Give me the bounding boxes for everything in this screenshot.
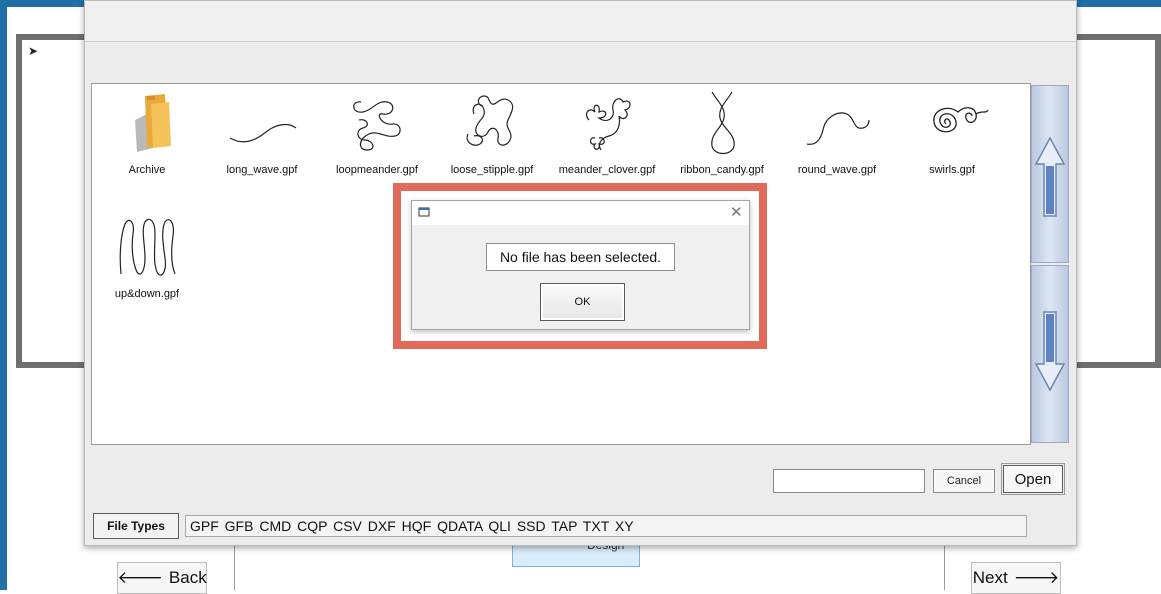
- file-name: meander_clover.gpf: [558, 164, 656, 176]
- file-item-loose-stipple[interactable]: loose_stipple.gpf: [437, 90, 547, 177]
- file-name: long_wave.gpf: [226, 164, 298, 176]
- round-wave-pattern-icon: [806, 112, 870, 145]
- open-button[interactable]: Open: [1001, 463, 1065, 495]
- file-item-round-wave[interactable]: round_wave.gpf: [782, 90, 892, 177]
- next-button-label: Next: [972, 568, 1008, 587]
- dialog-titlebar: [85, 1, 1076, 42]
- file-types-button[interactable]: File Types: [93, 513, 179, 539]
- loopmeander-pattern-icon: [353, 101, 401, 151]
- file-types-list: GPF GFB CMD CQP CSV DXF HQF QDATA QLI SS…: [185, 515, 1027, 537]
- file-name: ribbon_candy.gpf: [680, 164, 764, 176]
- arrow-up-icon: [1034, 136, 1066, 217]
- next-button[interactable]: Next 🡒: [971, 562, 1061, 594]
- file-item-loopmeander[interactable]: loopmeander.gpf: [322, 90, 432, 177]
- file-item-ribbon-candy[interactable]: ribbon_candy.gpf: [667, 90, 777, 177]
- cursor-icon: ➤: [28, 44, 39, 58]
- file-item-archive[interactable]: Archive: [92, 90, 202, 177]
- file-name: swirls.gpf: [929, 164, 975, 176]
- message-text: No file has been selected.: [486, 243, 675, 271]
- file-name: loopmeander.gpf: [336, 164, 418, 176]
- file-item-up-down[interactable]: up&down.gpf: [92, 214, 202, 301]
- close-icon[interactable]: ✕: [730, 203, 743, 221]
- ok-button[interactable]: OK: [540, 283, 625, 321]
- divider: [944, 545, 945, 590]
- file-name: round_wave.gpf: [797, 164, 877, 176]
- long-wave-pattern-icon: [229, 123, 297, 143]
- file-name: up&down.gpf: [114, 288, 180, 300]
- back-button[interactable]: 🡐 Back: [117, 562, 207, 594]
- filename-input[interactable]: [773, 469, 925, 493]
- app-icon: [418, 207, 430, 217]
- meander-clover-pattern-icon: [585, 98, 631, 151]
- file-item-long-wave[interactable]: long_wave.gpf: [207, 90, 317, 177]
- divider: [234, 545, 235, 590]
- background-preview-panel-right: [1070, 34, 1161, 368]
- message-box: ✕ No file has been selected. OK: [411, 200, 750, 330]
- folder-icon: [135, 94, 171, 152]
- back-button-label: Back: [168, 568, 207, 587]
- scroll-up-button[interactable]: [1031, 85, 1069, 263]
- cancel-button[interactable]: Cancel: [933, 469, 995, 493]
- up-down-pattern-icon: [119, 218, 176, 276]
- swirls-pattern-icon: [933, 107, 989, 133]
- file-name: loose_stipple.gpf: [450, 164, 534, 176]
- message-box-titlebar: [412, 201, 749, 225]
- loose-stipple-pattern-icon: [466, 95, 514, 146]
- file-item-swirls[interactable]: swirls.gpf: [897, 90, 1007, 177]
- scroll-down-button[interactable]: [1031, 265, 1069, 443]
- window-left-border: [0, 0, 7, 590]
- arrow-down-icon: [1034, 311, 1066, 392]
- file-name: Archive: [128, 164, 166, 176]
- arrow-right-icon: 🡒: [1013, 568, 1060, 587]
- arrow-left-icon: 🡐: [117, 568, 163, 587]
- ribbon-candy-pattern-icon: [711, 91, 735, 155]
- file-item-meander-clover[interactable]: meander_clover.gpf: [552, 90, 662, 177]
